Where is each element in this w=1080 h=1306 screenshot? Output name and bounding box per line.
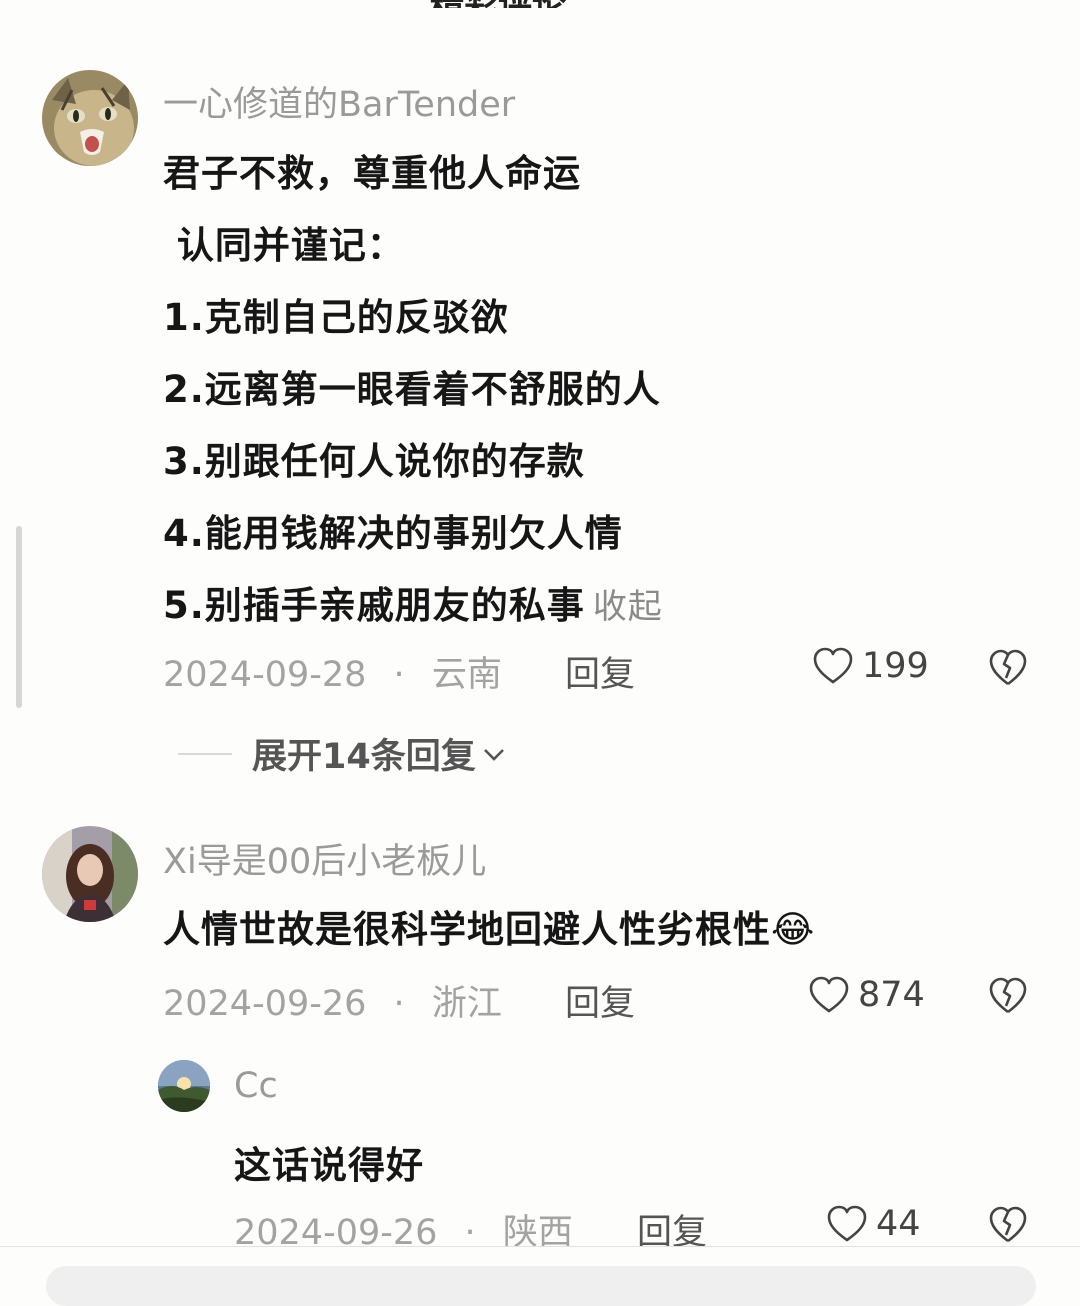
like-button[interactable]: 199 — [812, 646, 929, 686]
like-button[interactable]: 874 — [808, 975, 925, 1015]
comment-text-line: 君子不救，尊重他人命运 — [163, 152, 581, 195]
reply-text: 这话说得好 — [234, 1144, 424, 1187]
comment-date: 2024-09-26 — [163, 984, 367, 1024]
comment-text-line: 认同并谨记： — [163, 224, 405, 267]
comment-text-line: 1.克制自己的反驳欲 — [163, 296, 509, 339]
broken-heart-icon — [989, 1206, 1027, 1243]
reply-username[interactable]: Cc — [234, 1066, 278, 1106]
expand-replies-button[interactable]: 展开14条回复 — [178, 728, 508, 779]
dislike-button[interactable] — [988, 1205, 1028, 1245]
comment-text-line-last: 5.别插手亲戚朋友的私事 — [163, 584, 585, 627]
comment-text-content: 人情世故是很科学地回避人性劣根性 — [163, 908, 771, 951]
broken-heart-icon — [989, 649, 1027, 686]
meta-separator: · — [393, 984, 405, 1024]
comment-location: 浙江 — [431, 984, 502, 1024]
person-avatar[interactable] — [42, 826, 138, 922]
comment-meta: 2024-09-26 · 浙江 — [163, 975, 502, 1026]
heart-outline-icon — [809, 976, 849, 1013]
comment-input[interactable] — [46, 1266, 1036, 1306]
scrollbar[interactable] — [16, 526, 22, 708]
comment-text-line: 3.别跟任何人说你的存款 — [163, 440, 585, 483]
laughing-crying-emoji-icon: 😂 — [771, 908, 816, 951]
dislike-button[interactable] — [988, 976, 1028, 1016]
dislike-button[interactable] — [988, 648, 1028, 688]
heart-outline-icon — [813, 647, 853, 684]
landscape-avatar[interactable] — [158, 1060, 210, 1112]
collapse-button[interactable]: 收起 — [593, 587, 663, 627]
like-count: 874 — [858, 975, 925, 1015]
expand-divider — [178, 752, 232, 755]
chevron-down-icon — [483, 748, 504, 761]
comment-text-line: 5.别插手亲戚朋友的私事 收起 — [163, 575, 663, 629]
comment-text: 人情世故是很科学地回避人性劣根性😂 — [163, 899, 815, 953]
cat-avatar[interactable] — [42, 70, 138, 166]
comment-location: 云南 — [431, 655, 502, 695]
like-count: 199 — [862, 646, 929, 686]
reply-button[interactable]: 回复 — [565, 975, 635, 1026]
like-button[interactable]: 44 — [826, 1204, 921, 1244]
broken-heart-icon — [989, 977, 1027, 1014]
comment-username[interactable]: 一心修道的BarTender — [163, 76, 515, 127]
comment-text-line: 4.能用钱解决的事别欠人情 — [163, 512, 623, 555]
section-title-fragment: 精彩评论 — [430, 0, 650, 8]
comment-meta: 2024-09-28 · 云南 — [163, 646, 502, 697]
comment-username[interactable]: Xi导是00后小老板儿 — [163, 833, 486, 884]
like-count: 44 — [876, 1204, 921, 1244]
reply-button[interactable]: 回复 — [565, 646, 635, 697]
heart-outline-icon — [827, 1205, 867, 1242]
expand-replies-label: 展开14条回复 — [252, 737, 476, 777]
meta-separator: · — [393, 655, 405, 695]
comment-text-line: 2.远离第一眼看着不舒服的人 — [163, 368, 661, 411]
comment-date: 2024-09-28 — [163, 655, 367, 695]
